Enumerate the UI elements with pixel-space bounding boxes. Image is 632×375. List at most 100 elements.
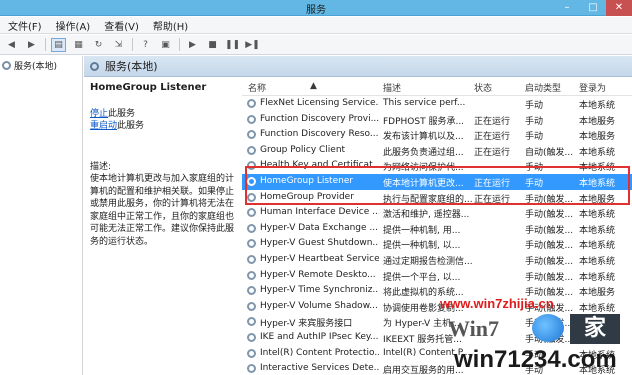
help-icon[interactable]: ?: [138, 38, 153, 52]
service-name-text: Function Discovery Provi...: [260, 113, 379, 124]
panel-header: 服务(本地): [84, 56, 632, 77]
menu-file[interactable]: 文件(F): [8, 18, 42, 33]
service-status: 正在运行: [474, 114, 522, 127]
service-name: Intel(R) Content Protectio...: [247, 348, 379, 358]
service-startup-type: 手动(触发...: [525, 238, 577, 251]
service-status: 正在运行: [474, 145, 522, 158]
minimize-button[interactable]: –: [554, 0, 580, 16]
stop-service-icon[interactable]: ■: [205, 38, 220, 52]
pause-service-icon[interactable]: ❚❚: [225, 38, 240, 52]
console-tree-icon[interactable]: ▤: [51, 37, 66, 52]
service-logon: 本地系统: [579, 145, 632, 158]
service-desc: 提供一种机制, 以...: [383, 238, 473, 251]
windows-logo-icon: [532, 314, 564, 342]
service-logon-text: 本地服务: [579, 132, 616, 143]
gear-icon: [247, 239, 256, 249]
service-logon: 本地系统: [579, 254, 632, 267]
service-name-text: Hyper-V Heartbeat Service: [260, 253, 379, 264]
refresh-icon[interactable]: ↻: [91, 38, 106, 52]
mmc-icon[interactable]: ▣: [158, 38, 173, 52]
service-name: Hyper-V Heartbeat Service: [247, 254, 379, 264]
service-startup-type-text: 手动(触发...: [525, 256, 574, 267]
table-row[interactable]: Function Discovery Reso... 发布该计算机以及... 正在运…: [242, 127, 632, 143]
service-desc-text: 此服务负责通过组...: [383, 147, 464, 158]
menu-help[interactable]: 帮助(H): [153, 18, 188, 33]
back-icon[interactable]: ◀: [4, 38, 19, 52]
service-desc-text: This service perf...: [383, 98, 466, 108]
service-logon: 本地系统: [579, 223, 632, 236]
restart-service-link[interactable]: 重启动: [90, 121, 117, 131]
maximize-button[interactable]: □: [580, 0, 606, 16]
gear-icon: [90, 61, 99, 71]
column-header-name[interactable]: 名称: [248, 81, 266, 94]
toolbar-separator: [132, 38, 133, 51]
service-name-text: Hyper-V Volume Shadow...: [260, 300, 378, 311]
service-name: Function Discovery Provi...: [247, 114, 379, 124]
start-service-icon[interactable]: ▶: [185, 38, 200, 52]
stop-service-suffix: 此服务: [108, 108, 136, 119]
table-row[interactable]: Hyper-V Data Exchange ... 提供一种机制, 用... 手动(…: [242, 221, 632, 237]
title-bar: 服务 – □ ✕: [0, 0, 632, 16]
service-logon-text: 本地系统: [579, 225, 616, 236]
service-startup-type: 手动: [525, 114, 577, 127]
service-startup-type-text: 手动: [525, 116, 544, 127]
forward-icon[interactable]: ▶: [24, 38, 39, 52]
service-name: Hyper-V 来宾服务接口: [247, 316, 379, 329]
menu-view[interactable]: 查看(V): [104, 18, 139, 33]
service-startup-type-text: 手动(触发...: [525, 225, 574, 236]
service-startup-type-text: 手动: [525, 101, 544, 111]
menu-action[interactable]: 操作(A): [56, 18, 91, 33]
table-row[interactable]: Human Interface Device ... 激活和维护, 遥控器... 手…: [242, 205, 632, 221]
column-header-description[interactable]: 描述: [383, 81, 401, 94]
service-startup-type: 手动: [525, 98, 577, 111]
service-logon-text: 本地系统: [579, 101, 616, 111]
service-desc-text: 通过定期报告检测信...: [383, 256, 473, 267]
column-header-log-on-as[interactable]: 登录为: [579, 81, 606, 94]
service-name-text: Group Policy Client: [260, 144, 346, 155]
service-startup-type: 手动: [525, 129, 577, 142]
properties-icon[interactable]: ▦: [71, 38, 86, 52]
service-name-text: Intel(R) Content Protectio...: [260, 347, 379, 358]
service-name-text: Function Discovery Reso...: [260, 129, 379, 140]
service-logon: 本地系统: [579, 238, 632, 251]
column-header-status[interactable]: 状态: [474, 81, 492, 94]
service-startup-type: 自动(触发...: [525, 145, 577, 158]
service-desc: 此服务负责通过组...: [383, 145, 473, 158]
service-logon: 本地系统: [579, 270, 632, 283]
service-logon-text: 本地系统: [579, 241, 616, 252]
stop-service-link[interactable]: 停止: [90, 109, 108, 119]
service-name: Group Policy Client: [247, 145, 379, 155]
table-row[interactable]: Hyper-V Heartbeat Service 通过定期报告检测信... 手动(…: [242, 252, 632, 268]
table-row[interactable]: Hyper-V Time Synchroniz... 将此虚拟机的系统... 手动(…: [242, 283, 632, 299]
column-header-startup-type[interactable]: 启动类型: [525, 81, 561, 94]
details-pane: HomeGroup Listener 停止此服务 重启动此服务 描述: 使本地计…: [84, 78, 241, 375]
service-desc: 通过定期报告检测信...: [383, 254, 473, 267]
toolbar: ◀ ▶ ▤ ▦ ↻ ⇲ ? ▣ ▶ ■ ❚❚ ▶❚: [0, 35, 632, 55]
service-name: Hyper-V Guest Shutdown...: [247, 238, 379, 249]
service-desc: 激活和维护, 遥控器...: [383, 207, 473, 220]
table-row[interactable]: FlexNet Licensing Service... This service…: [242, 96, 632, 112]
service-logon-text: 本地服务: [579, 116, 616, 127]
service-name-text: Human Interface Device ...: [260, 207, 379, 218]
restart-service-icon[interactable]: ▶❚: [245, 38, 260, 52]
table-row[interactable]: Function Discovery Provi... FDPHOST 服务承..…: [242, 112, 632, 128]
service-desc: 提供一种机制, 用...: [383, 223, 473, 236]
service-name: Interactive Services Dete...: [247, 363, 379, 374]
service-logon-text: 本地系统: [579, 210, 616, 221]
gear-icon: [247, 208, 256, 218]
watermark-logo-home: 家: [570, 314, 620, 344]
stop-service-line: 停止此服务: [90, 108, 235, 121]
service-name-text: IKE and AuthIP IPsec Key...: [260, 331, 379, 342]
gear-icon: [247, 286, 256, 296]
table-row[interactable]: Group Policy Client 此服务负责通过组... 正在运行 自动(触发.…: [242, 143, 632, 159]
gear-icon: [247, 99, 256, 108]
description-label: 描述:: [90, 161, 112, 172]
table-row[interactable]: Hyper-V Remote Deskto... 提供一个平台, 以... 手动(触…: [242, 268, 632, 284]
close-button[interactable]: ✕: [606, 0, 632, 16]
service-status-text: 正在运行: [474, 147, 511, 158]
tree-item-services-local[interactable]: 服务(本地): [0, 56, 82, 72]
gear-icon: [247, 270, 256, 280]
export-icon[interactable]: ⇲: [111, 38, 126, 52]
service-startup-type: 手动(触发...: [525, 270, 577, 283]
table-row[interactable]: Hyper-V Guest Shutdown... 提供一种机制, 以... 手动(…: [242, 236, 632, 252]
